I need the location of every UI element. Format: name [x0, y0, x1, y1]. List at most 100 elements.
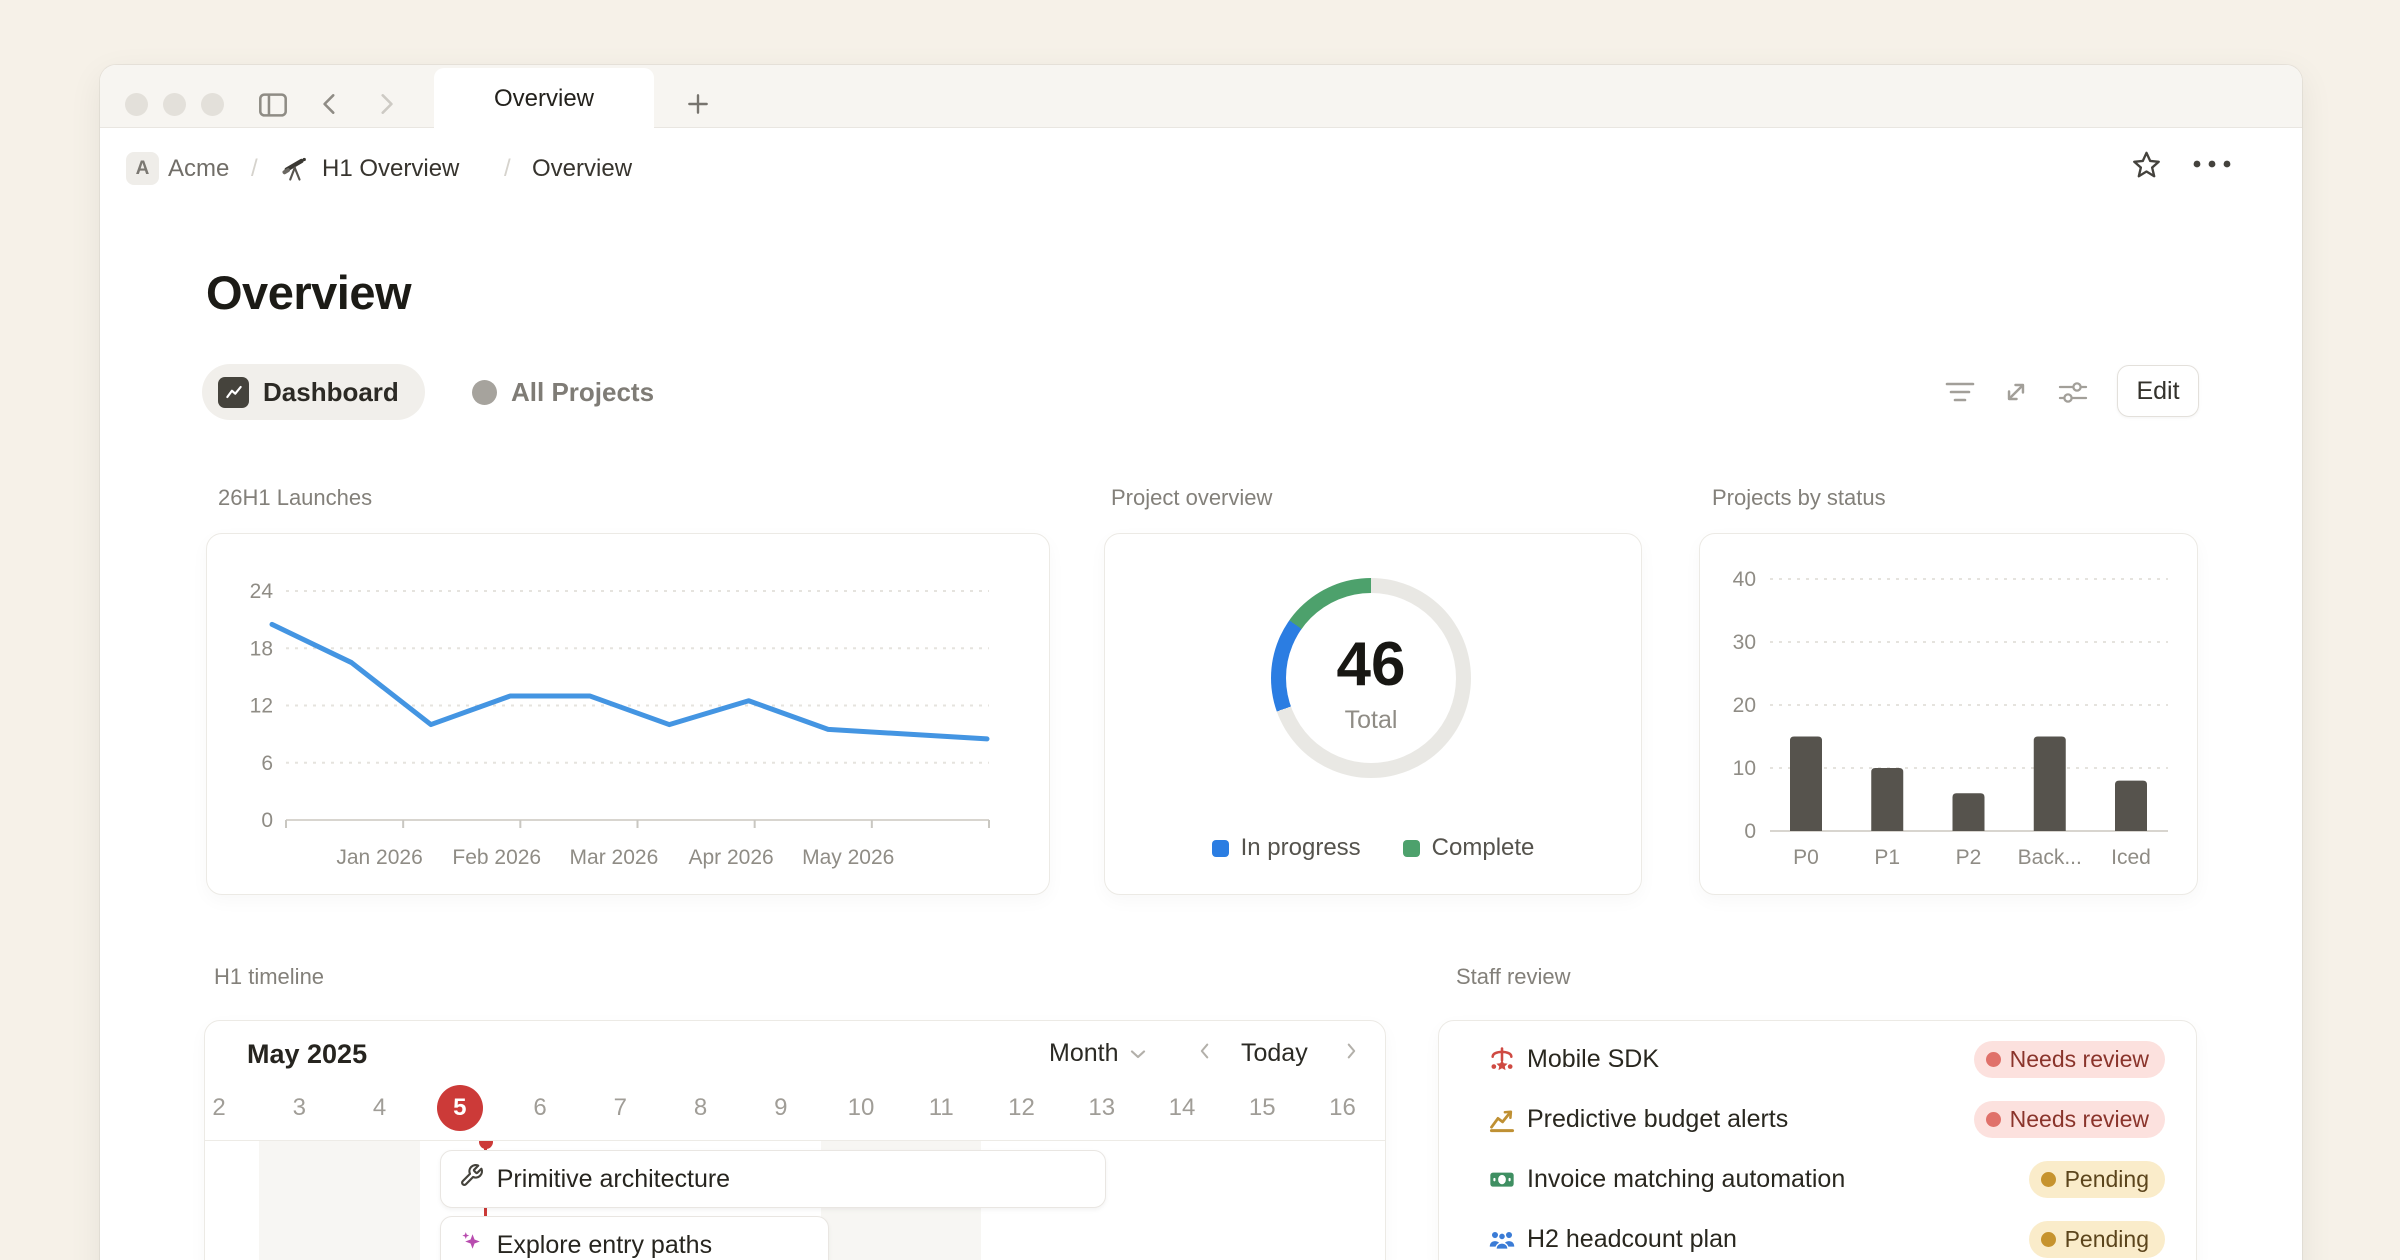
timeline-month-label: May 2025 — [247, 1039, 367, 1070]
status-dot — [1986, 1052, 2001, 1067]
favorite-star-icon[interactable] — [2128, 147, 2164, 183]
svg-text:6: 6 — [261, 752, 273, 775]
carousel-icon — [1488, 1045, 1516, 1073]
timeline-date[interactable]: 8 — [678, 1085, 724, 1131]
timeline-next-icon[interactable] — [1340, 1039, 1362, 1063]
page-title: Overview — [206, 265, 411, 320]
timeline-date[interactable]: 13 — [1079, 1085, 1125, 1131]
timeline-date[interactable]: 2 — [204, 1085, 242, 1131]
staff-review-row[interactable]: Invoice matching automation Pending — [1439, 1149, 2196, 1209]
status-label: Needs review — [2010, 1106, 2149, 1133]
status-badge[interactable]: Needs review — [1974, 1041, 2165, 1078]
tab-overview-label: Overview — [494, 85, 594, 113]
svg-text:Jan 2026: Jan 2026 — [336, 846, 422, 869]
section-title-launches: 26H1 Launches — [218, 485, 372, 511]
more-options-icon[interactable] — [2190, 150, 2234, 178]
timeline-date[interactable]: 6 — [517, 1085, 563, 1131]
wrench-icon — [459, 1163, 484, 1195]
launches-line-chart: 24181260Jan 2026Feb 2026Mar 2026Apr 2026… — [207, 534, 1051, 896]
status-badge[interactable]: Pending — [2029, 1161, 2165, 1198]
legend-item[interactable]: Complete — [1403, 834, 1535, 862]
edit-button[interactable]: Edit — [2117, 365, 2199, 417]
tab-dashboard-label: Dashboard — [263, 377, 399, 408]
status-bar-chart: 403020100P0P1P2Back...Iced — [1700, 534, 2199, 896]
timeline-view-selector[interactable]: Month — [1049, 1039, 1150, 1068]
new-tab-icon[interactable] — [682, 88, 714, 120]
weekend-shading — [259, 1141, 420, 1260]
people-icon — [1488, 1225, 1516, 1253]
staff-review-row[interactable]: Predictive budget alertsNeeds review — [1439, 1089, 2196, 1149]
status-dot — [2041, 1172, 2056, 1187]
breadcrumb-separator: / — [251, 152, 258, 186]
tab-all-projects[interactable]: All Projects — [462, 364, 664, 420]
line-chart-card[interactable]: 24181260Jan 2026Feb 2026Mar 2026Apr 2026… — [206, 533, 1050, 895]
back-icon[interactable] — [314, 88, 346, 120]
workspace-badge[interactable]: A — [126, 152, 159, 185]
timeline-date[interactable]: 10 — [838, 1085, 884, 1131]
traffic-light-zoom[interactable] — [201, 93, 224, 116]
staff-item-title: H2 headcount plan — [1527, 1225, 1737, 1254]
tab-all-projects-label: All Projects — [511, 377, 654, 408]
section-title-projects-by-status: Projects by status — [1712, 485, 1886, 511]
timeline-event-title: Primitive architecture — [497, 1165, 730, 1194]
sidebar-toggle-icon[interactable] — [256, 88, 290, 122]
status-badge[interactable]: Needs review — [1974, 1101, 2165, 1138]
timeline-card[interactable]: May 2025 Month Today 23456789 10 11 12 13 14 1… — [204, 1020, 1386, 1260]
staff-item-title: Mobile SDK — [1527, 1045, 1659, 1074]
timeline-date[interactable]: 7 — [597, 1085, 643, 1131]
donut-chart-card[interactable]: 46 Total In progressComplete — [1104, 533, 1642, 895]
status-dot — [1986, 1112, 2001, 1127]
breadcrumb-separator-2: / — [504, 152, 511, 186]
filter-icon[interactable] — [1944, 378, 1976, 406]
timeline-today-button[interactable]: Today — [1241, 1039, 1308, 1068]
svg-text:P0: P0 — [1793, 846, 1819, 869]
svg-text:P1: P1 — [1874, 846, 1900, 869]
timeline-date[interactable]: 11 — [918, 1085, 964, 1131]
traffic-light-minimize[interactable] — [163, 93, 186, 116]
section-title-timeline: H1 timeline — [214, 964, 324, 990]
svg-text:40: 40 — [1733, 568, 1756, 591]
traffic-light-close[interactable] — [125, 93, 148, 116]
timeline-date[interactable]: 14 — [1159, 1085, 1205, 1131]
status-badge[interactable]: Pending — [2029, 1221, 2165, 1258]
staff-item-title: Invoice matching automation — [1527, 1165, 1845, 1194]
timeline-event-title: Explore entry paths — [497, 1231, 712, 1260]
timeline-date[interactable]: 15 — [1239, 1085, 1285, 1131]
section-title-staff-review: Staff review — [1456, 964, 1571, 990]
tab-overview[interactable]: Overview — [434, 68, 654, 129]
settings-sliders-icon[interactable] — [2057, 378, 2089, 406]
staff-review-card[interactable]: Mobile SDKNeeds reviewPredictive budget … — [1438, 1020, 2197, 1260]
svg-text:20: 20 — [1733, 694, 1756, 717]
staff-review-row[interactable]: H2 headcount plan Pending — [1439, 1209, 2196, 1260]
timeline-date[interactable]: 4 — [357, 1085, 403, 1131]
telescope-icon — [280, 153, 312, 185]
timeline-date-row: 23456789 10 11 12 13 14 15 16 — [205, 1085, 1385, 1131]
svg-text:Mar 2026: Mar 2026 — [570, 846, 659, 869]
all-projects-circle-icon — [472, 380, 497, 405]
tab-dashboard[interactable]: Dashboard — [202, 364, 425, 420]
svg-text:P2: P2 — [1956, 846, 1982, 869]
timeline-date-today[interactable]: 5 — [437, 1085, 483, 1131]
bar-chart-card[interactable]: 403020100P0P1P2Back...Iced — [1699, 533, 2198, 895]
timeline-date[interactable]: 3 — [276, 1085, 322, 1131]
status-dot — [2041, 1232, 2056, 1247]
breadcrumb-current-page[interactable]: Overview — [532, 152, 632, 186]
svg-text:10: 10 — [1733, 757, 1756, 780]
timeline-event[interactable]: Primitive architecture — [440, 1150, 1106, 1208]
chevron-down-icon — [1126, 1042, 1150, 1066]
status-label: Pending — [2065, 1166, 2149, 1193]
tab-bar — [100, 65, 2302, 128]
timeline-prev-icon[interactable] — [1194, 1039, 1216, 1063]
timeline-date[interactable]: 9 — [758, 1085, 804, 1131]
staff-review-row[interactable]: Mobile SDK Needs review — [1439, 1029, 2196, 1089]
svg-text:30: 30 — [1733, 631, 1756, 654]
chart-increasing-icon — [1488, 1105, 1516, 1133]
timeline-date[interactable]: 12 — [999, 1085, 1045, 1131]
legend-item[interactable]: In progress — [1212, 834, 1361, 862]
timeline-date[interactable]: 16 — [1320, 1085, 1366, 1131]
forward-icon[interactable] — [370, 88, 402, 120]
timeline-event[interactable]: Explore entry paths — [440, 1216, 829, 1260]
breadcrumb-parent-page[interactable]: H1 Overview — [322, 152, 459, 186]
expand-icon[interactable] — [2000, 376, 2032, 408]
breadcrumb-workspace[interactable]: Acme — [168, 152, 229, 186]
